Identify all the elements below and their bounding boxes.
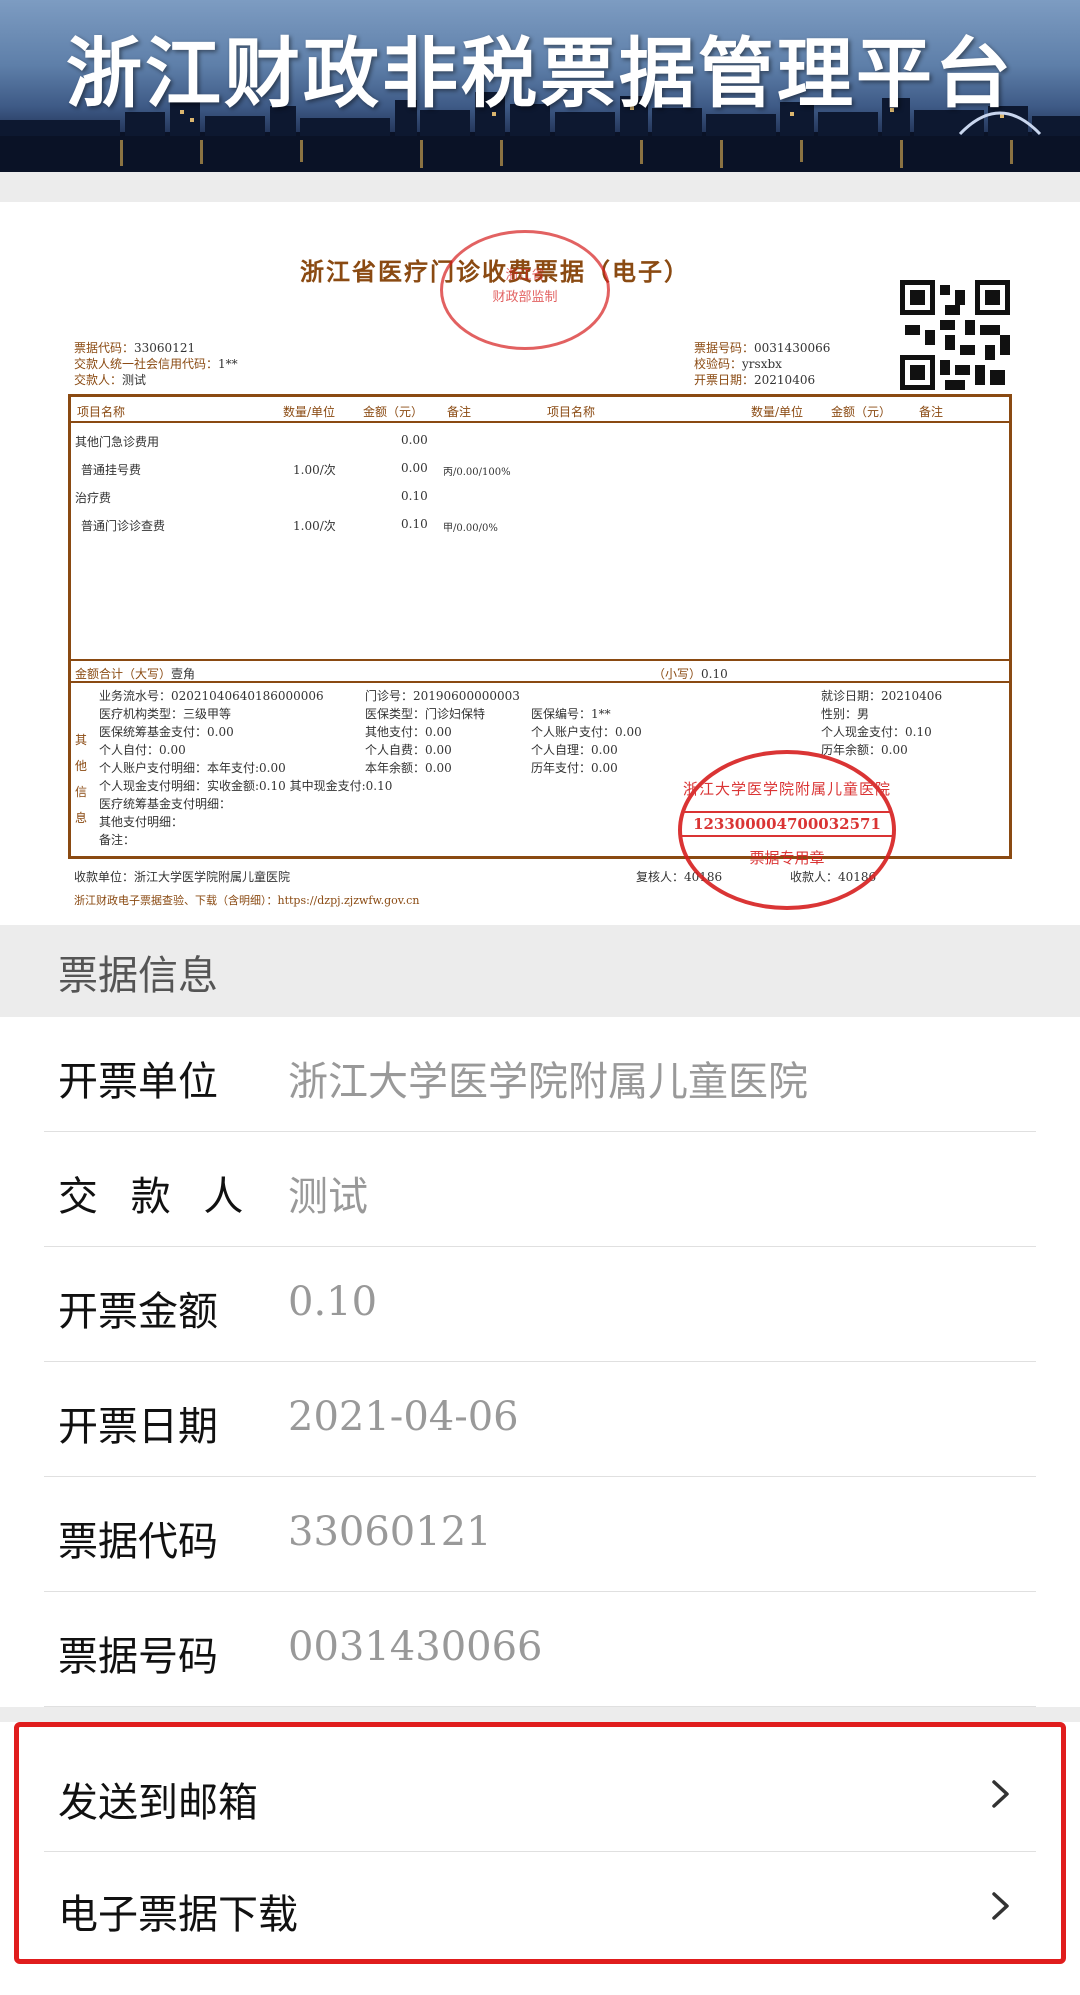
info-value: 测试 — [288, 1174, 368, 1220]
spacer — [0, 172, 1080, 202]
row-qty: 1.00/次 — [293, 519, 336, 533]
info-list: 开票单位 浙江大学医学院附属儿童医院 交 款 人 测试 开票金额 0.10 开票… — [0, 1017, 1080, 1707]
qr-code-icon — [900, 280, 1010, 390]
row-name: 其他门急诊费用 — [75, 435, 160, 449]
th-amount: 金额（元） — [363, 405, 424, 419]
th-item2: 项目名称 — [547, 405, 596, 419]
row-name: 普通门诊诊查费 — [81, 519, 166, 533]
payee: 收款单位：浙江大学医学院附属儿童医院 — [74, 870, 291, 884]
header-banner: 浙江财政非税票据管理平台 — [0, 0, 1080, 172]
th-qty: 数量/单位 — [283, 405, 336, 419]
info-row-code: 票据代码 33060121 — [44, 1477, 1036, 1592]
left-meta: 票据代码：33060121 交款人统一社会信用代码：1** 交款人：测试 — [74, 341, 238, 387]
info-value: 0031430066 — [288, 1624, 543, 1670]
section-title: 票据信息 — [58, 953, 218, 999]
spacer — [0, 1707, 1080, 1722]
row-name: 普通挂号费 — [81, 463, 142, 477]
info-value: 33060121 — [288, 1509, 492, 1555]
info-row-number: 票据号码 0031430066 — [44, 1592, 1036, 1707]
verify-link: 浙江财政电子票据查验、下载（含明细）：https://dzpj.zjzwfw.g… — [74, 894, 420, 907]
info-label: 交 款 人 — [58, 1174, 254, 1220]
info-row-issuer: 开票单位 浙江大学医学院附属儿童医院 — [44, 1017, 1036, 1132]
section-header: 票据信息 — [0, 925, 1080, 1017]
info-row-amount: 开票金额 0.10 — [44, 1247, 1036, 1362]
info-row-date: 开票日期 2021-04-06 — [44, 1362, 1036, 1477]
row-amount: 0.00 — [401, 433, 428, 447]
info-value: 浙江大学医学院附属儿童医院 — [288, 1059, 808, 1105]
info-value: 0.10 — [288, 1279, 378, 1325]
info-label: 票据代码 — [58, 1519, 218, 1565]
info-value: 2021-04-06 — [288, 1394, 519, 1440]
right-info: 就诊日期：20210406 性别：男 个人现金支付：0.10 历年余额：0.00 — [821, 689, 943, 757]
th-note: 备注 — [447, 405, 472, 419]
mid-info: 门诊号：20190600000003 医保类型：门诊妇保特 其他支付：0.00 个人… — [365, 689, 520, 775]
finance-seal: 浙江省 财政部监制 — [440, 230, 610, 350]
receipt-image[interactable]: 浙江省医疗门诊收费票据（电子） 浙江省 财政部监制 票据代码：33060121 … — [0, 202, 1080, 925]
th-amount2: 金额（元） — [831, 405, 892, 419]
row-name: 治疗费 — [75, 491, 112, 505]
info-label: 开票日期 — [58, 1404, 218, 1450]
th-qty2: 数量/单位 — [751, 405, 804, 419]
total-upper: 金额合计（大写）壹角 — [75, 667, 196, 681]
right-meta: 票据号码：0031430066 校验码：yrsxbx 开票日期：20210406 — [694, 341, 831, 387]
other-info-lines: 业务流水号：02021040640186000006 医疗机构类型：三级甲等 医保统… — [99, 689, 393, 847]
total-lower: （小写）0.10 — [653, 667, 728, 681]
info-label: 票据号码 — [58, 1634, 218, 1680]
row-amount: 0.10 — [401, 517, 428, 531]
highlight-frame — [14, 1722, 1066, 1964]
info-label: 开票金额 — [58, 1289, 218, 1335]
row-note: 甲/0.00/0% — [443, 523, 498, 534]
mid2-info: 医保编号：1** 个人账户支付：0.00 个人自理：0.00 历年支付：0.00 — [531, 707, 642, 775]
row-note: 丙/0.00/100% — [443, 467, 511, 478]
other-info-label: 其他信息 — [75, 733, 88, 825]
th-note2: 备注 — [919, 405, 944, 419]
info-row-payer: 交 款 人 测试 — [44, 1132, 1036, 1247]
hospital-seal: 浙江大学医学院附属儿童医院 123300004700032571 票据专用章 — [678, 750, 896, 910]
header-title: 浙江财政非税票据管理平台 — [66, 29, 1014, 118]
th-item: 项目名称 — [77, 405, 126, 419]
info-label: 开票单位 — [58, 1059, 218, 1105]
row-amount: 0.00 — [401, 461, 428, 475]
row-qty: 1.00/次 — [293, 463, 336, 477]
row-amount: 0.10 — [401, 489, 428, 503]
